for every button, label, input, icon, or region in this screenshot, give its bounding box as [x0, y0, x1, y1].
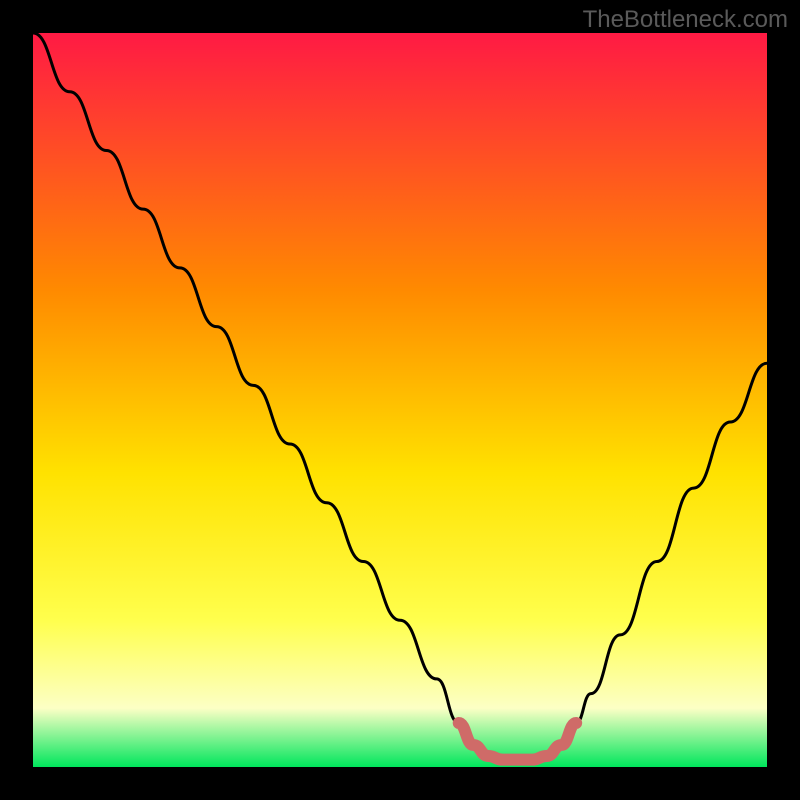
chart-container: TheBottleneck.com — [0, 0, 800, 800]
bottleneck-curve — [33, 33, 767, 767]
watermark-text: TheBottleneck.com — [583, 6, 788, 34]
plot-area — [33, 33, 767, 767]
